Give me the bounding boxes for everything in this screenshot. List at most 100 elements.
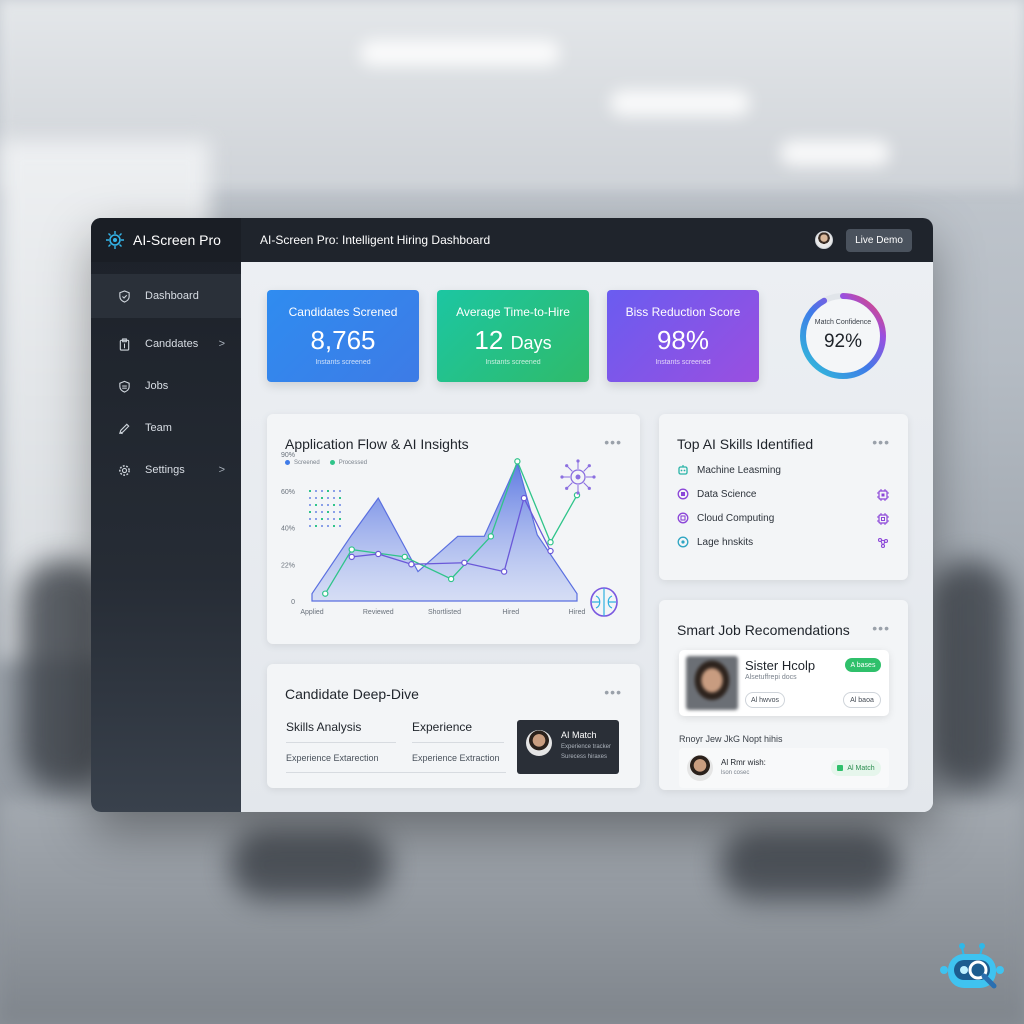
- data-point: [322, 590, 329, 597]
- brand-name: AI-Screen Pro: [133, 232, 221, 248]
- candidate-avatar: [687, 755, 713, 781]
- stat-card-bias-reduction[interactable]: Biss Reduction Score 98% Instants screen…: [607, 290, 759, 382]
- data-point: [401, 553, 408, 561]
- stat-card-time-to-hire[interactable]: Average Time-to-Hire 12 Days Instants sc…: [437, 290, 589, 382]
- grid-dot: [327, 497, 329, 499]
- more-options-icon[interactable]: •••: [872, 620, 890, 636]
- data-point: [514, 458, 521, 465]
- divider: [286, 772, 506, 773]
- gear-icon: [117, 463, 131, 477]
- chevron-right-icon: >: [218, 338, 225, 350]
- recommendation-detail: lson cosec: [721, 770, 750, 776]
- status-badge: A bases: [845, 658, 881, 672]
- stat-value-row: 12 Days: [437, 325, 589, 356]
- card-title: Smart Job Recomendations: [677, 622, 850, 638]
- experience-heading: Experience: [412, 720, 473, 734]
- stat-card-candidates[interactable]: Candidates Screned 8,765 Instants screen…: [267, 290, 419, 382]
- x-tick-label: Shortlisted: [428, 609, 461, 616]
- dotted-grid-decoration: [309, 490, 341, 527]
- skill-label: Cloud Computing: [697, 512, 775, 524]
- ai-match-panel[interactable]: AI Match Experience tracker Surecess hir…: [517, 720, 619, 774]
- more-options-icon[interactable]: •••: [604, 684, 622, 700]
- skill-item-large-insights[interactable]: Lage hnskits: [677, 534, 753, 550]
- live-demo-button[interactable]: Live Demo: [846, 229, 912, 252]
- skill-label: Lage hnskits: [697, 536, 754, 548]
- flow-chart: 0 22% 40% 60% 90% Applied Reviewed Shortlisted H…: [281, 452, 618, 617]
- chip-icon: [876, 512, 890, 526]
- ai-match-detail: Surecess hiraxes: [561, 754, 608, 760]
- data-point: [348, 553, 355, 561]
- data-point: [487, 533, 495, 540]
- grid-dot: [315, 490, 317, 492]
- grid-dot: [315, 525, 317, 527]
- tag-pill[interactable]: Al baoa: [843, 692, 881, 708]
- stat-sub: Instants screened: [655, 359, 711, 366]
- sidebar-item-candidates[interactable]: Canddates >: [91, 322, 241, 366]
- sidebar-item-dashboard[interactable]: Dashboard: [91, 274, 241, 318]
- sidebar-item-label: Jobs: [145, 380, 169, 392]
- chip-icon: [677, 488, 689, 500]
- grid-dot: [309, 497, 311, 499]
- sidebar-nav: Dashboard Canddates > Jobs Team Settings…: [91, 274, 241, 492]
- grid-dot: [333, 525, 335, 527]
- brain-icon: [590, 587, 618, 617]
- divider: [412, 742, 504, 743]
- more-options-icon[interactable]: •••: [872, 434, 890, 450]
- recommendation-section-label: Rnoyr Jew JkG Nopt hihis: [679, 734, 783, 744]
- experience-detail: Experience Extraction: [412, 753, 500, 763]
- sidebar-item-team[interactable]: Team: [91, 406, 241, 450]
- grid-dot: [327, 504, 329, 506]
- stat-unit: Days: [510, 333, 552, 353]
- candidate-photo: [686, 656, 738, 710]
- sidebar-item-label: Settings: [145, 464, 185, 476]
- grid-dot: [315, 504, 317, 506]
- sparkle-network-icon: [876, 536, 890, 550]
- sidebar-item-label: Dashboard: [145, 290, 199, 302]
- ai-match-detail: Experience tracker: [561, 744, 612, 750]
- skill-item-machine-learning[interactable]: Machine Leasming: [677, 462, 781, 478]
- series-area-screened: [311, 461, 578, 602]
- sidebar-item-label: Canddates: [145, 338, 199, 350]
- grid-dot: [327, 511, 329, 513]
- recommendation-row[interactable]: Al Rmr wish: lson cosec Al Match: [679, 748, 889, 788]
- sidebar-item-jobs[interactable]: Jobs: [91, 364, 241, 408]
- data-point: [348, 546, 355, 553]
- x-tick-label: Hired: [569, 609, 586, 616]
- grid-dot: [309, 525, 311, 527]
- smart-job-recommendations-card: Smart Job Recomendations ••• Sister Hcol…: [659, 600, 908, 790]
- job-recommendation-item[interactable]: Sister Hcolp Alsetuffrepi docs A bases A…: [679, 650, 889, 716]
- clipboard-icon: [117, 337, 131, 351]
- grid-dot: [309, 504, 311, 506]
- recommendation-title: Al Rmr wish:: [721, 758, 766, 767]
- page-title: AI-Screen Pro: Intelligent Hiring Dashbo…: [260, 233, 491, 247]
- candidate-name: Sister Hcolp: [745, 658, 816, 673]
- stat-sub: Instants screened: [315, 359, 371, 366]
- user-avatar[interactable]: [815, 231, 833, 249]
- grid-dot: [315, 511, 317, 513]
- check-icon: [837, 765, 844, 771]
- stat-value: 12: [474, 325, 504, 355]
- grid-dot: [339, 490, 341, 492]
- grid-dot: [333, 490, 335, 492]
- skill-item-data-science[interactable]: Data Science: [677, 486, 756, 502]
- robot-icon: [677, 464, 689, 476]
- skills-analysis-heading: Skills Analysis: [286, 720, 362, 734]
- robot-magnifier-logo-icon: [940, 940, 1004, 1004]
- grid-dot: [309, 511, 311, 513]
- sidebar-item-settings[interactable]: Settings >: [91, 448, 241, 492]
- skill-item-cloud-computing[interactable]: Cloud Computing: [677, 510, 774, 526]
- stat-label: Average Time-to-Hire: [456, 305, 570, 319]
- grid-dot: [321, 504, 323, 506]
- shield-check-icon: [117, 289, 131, 303]
- grid-dot: [333, 511, 335, 513]
- top-skills-card: Top AI Skills Identified ••• Machine Lea…: [659, 414, 908, 580]
- y-tick-label: 60%: [281, 489, 295, 496]
- grid-dot: [339, 518, 341, 520]
- brand[interactable]: AI-Screen Pro: [91, 218, 241, 262]
- data-point: [461, 559, 468, 566]
- tag-pill[interactable]: Al hwvos: [745, 692, 785, 708]
- grid-dot: [315, 518, 317, 520]
- y-tick-label: 90%: [281, 452, 295, 459]
- x-tick-label: Reviewed: [363, 609, 394, 616]
- data-point: [547, 547, 554, 555]
